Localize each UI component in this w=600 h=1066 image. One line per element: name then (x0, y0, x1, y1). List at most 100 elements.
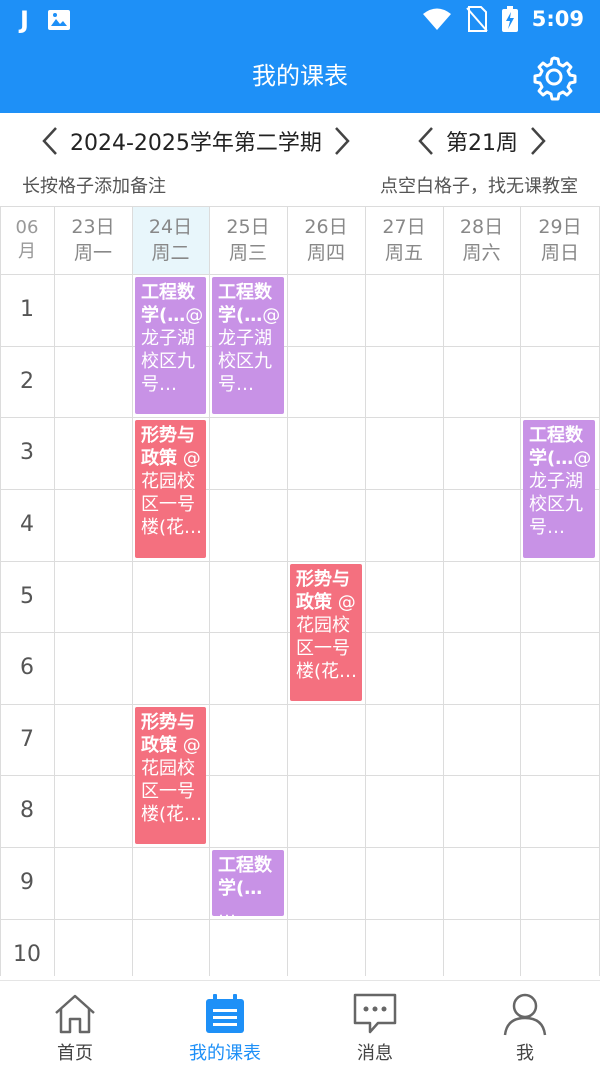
prev-semester-button[interactable] (36, 121, 64, 161)
status-time: 5:09 (531, 7, 584, 31)
day-weekday: 周四 (306, 242, 345, 264)
grid-line (0, 847, 600, 848)
wifi-icon (422, 8, 451, 30)
grid-line (132, 206, 133, 976)
day-weekday: 周六 (462, 242, 501, 264)
day-date: 25日 (226, 216, 270, 238)
message-icon (353, 993, 397, 1034)
day-date: 29日 (538, 216, 582, 238)
grid-line (0, 346, 600, 347)
day-header-sat: 28日 周六 (443, 206, 520, 274)
no-sim-icon (466, 6, 488, 32)
period-number: 2 (20, 369, 34, 394)
settings-gear-icon[interactable] (530, 53, 578, 101)
app-bar: 我的课表 (0, 40, 600, 113)
grid-line (0, 489, 600, 490)
course-block[interactable]: 工程数学(… … (212, 850, 284, 916)
month-unit: 月 (18, 241, 36, 262)
nav-schedule[interactable]: 我的课表 (150, 981, 300, 1066)
chevron-left-icon (42, 127, 57, 155)
day-weekday: 周日 (540, 242, 579, 264)
nav-label: 首页 (57, 1043, 93, 1064)
day-header-thu: 26日 周四 (287, 206, 365, 274)
grid-line (365, 206, 366, 976)
app-notification-icon: J (20, 6, 29, 34)
grid-line (0, 274, 600, 275)
course-name: 工程数学(… (218, 855, 272, 899)
user-icon (503, 993, 547, 1036)
course-block[interactable]: 形势与政策 @花园校区一号楼(花… (135, 420, 206, 558)
course-block[interactable]: 工程数学(…@龙子湖校区九号… (212, 277, 284, 414)
day-date: 23日 (71, 216, 115, 238)
hints-row: 长按格子添加备注 点空白格子，找无课教室 (0, 169, 600, 205)
day-header-mon: 23日 周一 (54, 206, 132, 274)
nav-label: 我的课表 (189, 1043, 261, 1064)
month-number: 06 (15, 217, 39, 238)
day-header-sun: 29日 周日 (520, 206, 600, 274)
nav-messages[interactable]: 消息 (300, 981, 450, 1066)
month-label: 06 月 (0, 206, 54, 274)
period-number: 6 (20, 655, 34, 680)
chevron-right-icon (531, 127, 546, 155)
day-header-fri: 27日 周五 (365, 206, 443, 274)
grid-line (0, 417, 600, 418)
period-number: 4 (20, 512, 34, 537)
prev-week-button[interactable] (412, 121, 440, 161)
period-number: 3 (20, 440, 34, 465)
day-date: 27日 (382, 216, 426, 238)
period-number: 9 (20, 870, 34, 895)
day-header-tue: 24日 周二 (132, 206, 209, 274)
term-week-selector: 2024-2025学年第二学期 第21周 (0, 113, 600, 169)
grid-line (0, 206, 600, 207)
semester-label[interactable]: 2024-2025学年第二学期 (64, 125, 328, 157)
course-block[interactable]: 工程数学(…@龙子湖校区九号… (523, 420, 595, 558)
day-weekday: 周一 (73, 242, 112, 264)
week-label[interactable]: 第21周 (440, 125, 524, 157)
status-bar: J 5:09 (0, 0, 600, 40)
period-number: 5 (20, 584, 34, 609)
battery-charging-icon (501, 6, 518, 32)
grid-line (0, 919, 600, 920)
grid-line (0, 561, 600, 562)
grid-line (520, 206, 521, 976)
grid-line (54, 206, 55, 976)
week-selector: 第21周 (412, 121, 552, 161)
home-icon (55, 994, 95, 1034)
chevron-right-icon (335, 127, 350, 155)
grid-line (209, 206, 210, 976)
page-title: 我的课表 (252, 62, 348, 90)
period-number: 8 (20, 798, 34, 823)
hint-long-press: 长按格子添加备注 (22, 176, 166, 197)
hint-empty-cell: 点空白格子，找无课教室 (380, 176, 578, 197)
nav-profile[interactable]: 我 (450, 981, 600, 1066)
day-weekday: 周二 (151, 242, 190, 264)
grid-line (287, 206, 288, 976)
calendar-icon (206, 994, 244, 1033)
grid-line (443, 206, 444, 976)
period-number: 1 (20, 297, 34, 322)
nav-label: 消息 (357, 1043, 393, 1064)
image-notification-icon (47, 10, 70, 30)
grid-line (0, 775, 600, 776)
day-date: 26日 (304, 216, 348, 238)
course-block[interactable]: 形势与政策 @花园校区一号楼(花… (135, 707, 206, 844)
next-semester-button[interactable] (328, 121, 356, 161)
nav-home[interactable]: 首页 (0, 981, 150, 1066)
timetable-grid: 06 月 23日 周一 24日 周二 25日 周三 26日 周四 27日 周五 … (0, 206, 600, 976)
semester-selector: 2024-2025学年第二学期 (36, 121, 356, 161)
course-block[interactable]: 形势与政策 @花园校区一号楼(花… (290, 564, 362, 701)
day-weekday: 周五 (384, 242, 423, 264)
chevron-left-icon (418, 127, 433, 155)
course-block[interactable]: 工程数学(…@龙子湖校区九号… (135, 277, 206, 414)
next-week-button[interactable] (524, 121, 552, 161)
bottom-nav: 首页 我的课表 消息 我 (0, 980, 600, 1066)
day-date: 24日 (148, 216, 193, 238)
grid-line (0, 704, 600, 705)
day-weekday: 周三 (228, 242, 267, 264)
day-date: 28日 (459, 216, 504, 238)
day-header-wed: 25日 周三 (209, 206, 287, 274)
period-number: 7 (20, 727, 34, 752)
period-number: 10 (13, 942, 41, 967)
nav-label: 我 (516, 1043, 534, 1064)
course-room: … (218, 901, 236, 916)
